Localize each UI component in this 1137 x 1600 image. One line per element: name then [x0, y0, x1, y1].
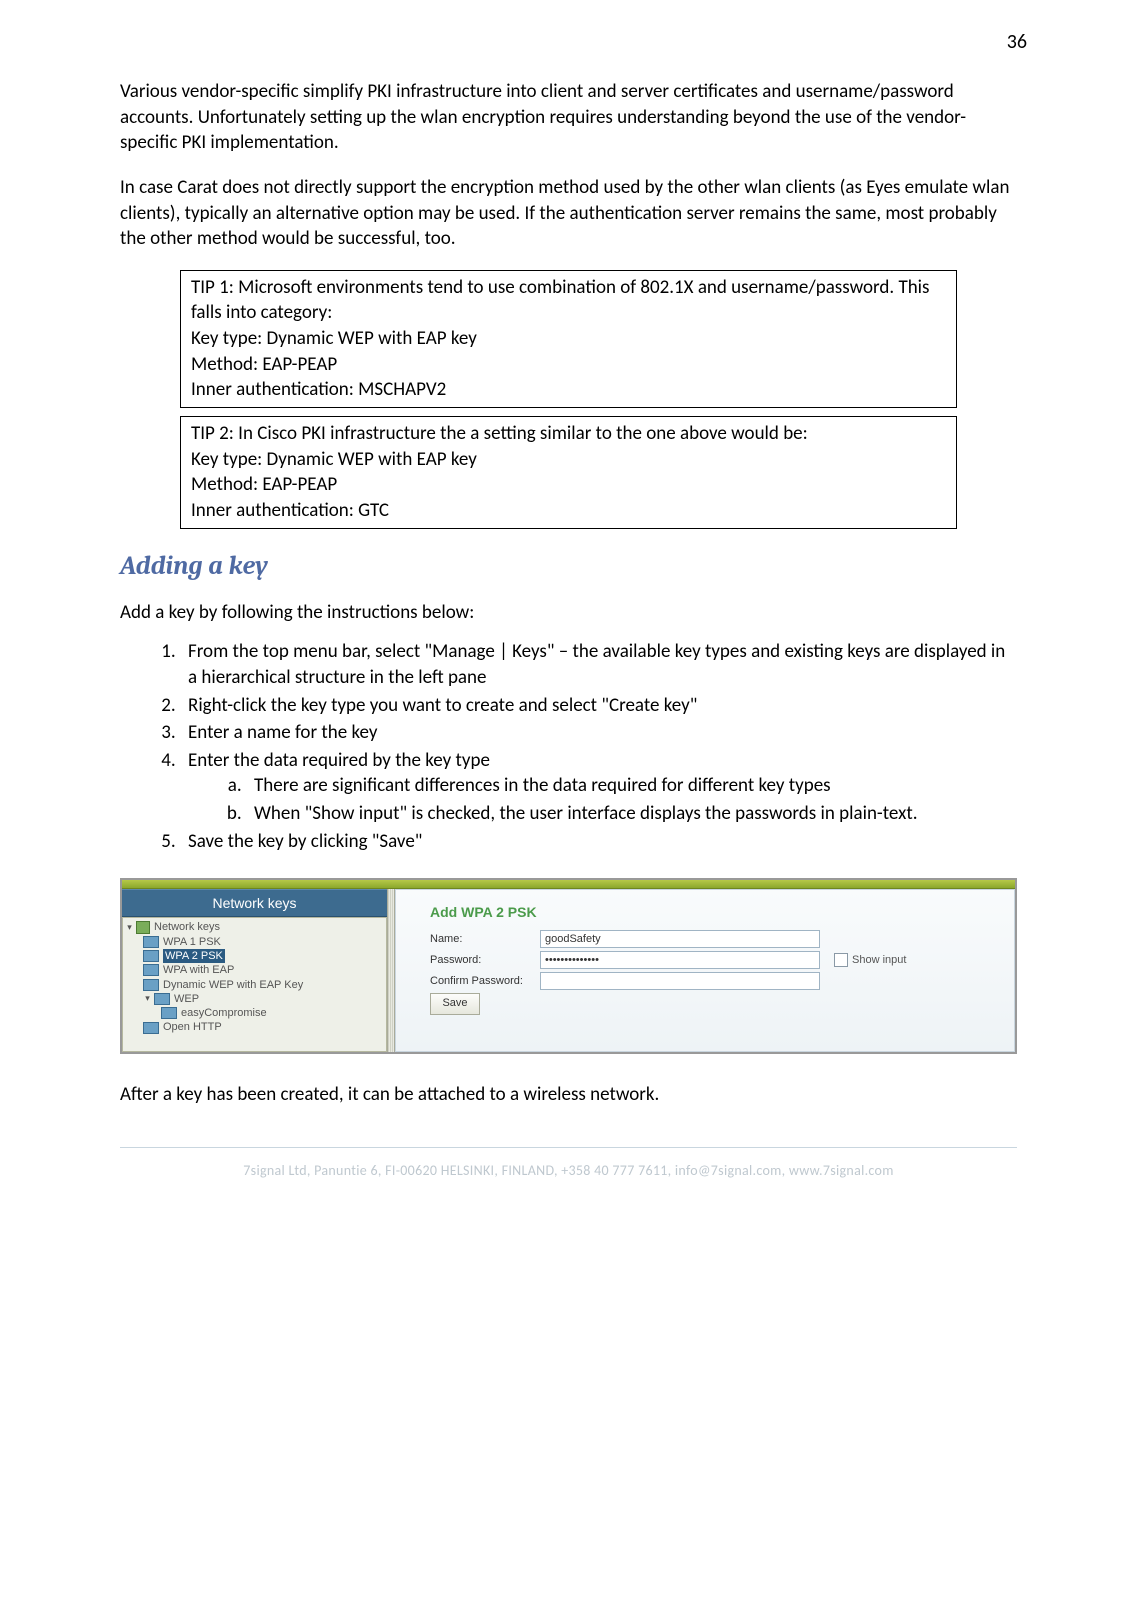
heading-adding-a-key: Adding a key	[120, 551, 1017, 581]
tree-item-label: easyCompromise	[181, 1006, 267, 1020]
tip2-line3: Method: EAP-PEAP	[191, 472, 946, 498]
page-number: 36	[1007, 30, 1027, 54]
key-icon	[143, 1022, 159, 1034]
tip-box-1: TIP 1: Microsoft environments tend to us…	[180, 270, 957, 408]
show-input-toggle[interactable]: Show input	[834, 953, 906, 967]
tip1-line1: TIP 1: Microsoft environments tend to us…	[191, 275, 946, 326]
tree-item-wep[interactable]: ▾ WEP	[125, 992, 386, 1006]
key-icon	[161, 1007, 177, 1019]
instruction-lead: Add a key by following the instructions …	[120, 600, 1017, 626]
tree-item-label: Open HTTP	[163, 1020, 222, 1034]
tip1-line4: Inner authentication: MSCHAPV2	[191, 377, 946, 403]
confirm-password-input[interactable]	[540, 972, 820, 990]
tree-item-wpa2psk[interactable]: WPA 2 PSK	[125, 949, 386, 963]
tree-item-easycompromise[interactable]: easyCompromise	[125, 1006, 386, 1020]
steps-list: From the top menu bar, select "Manage | …	[120, 639, 1017, 854]
app-toolbar	[122, 880, 1015, 889]
expander-icon[interactable]: ▾	[143, 993, 152, 1005]
tree-item-wpa-eap[interactable]: WPA with EAP	[125, 963, 386, 977]
password-input[interactable]	[540, 951, 820, 969]
tree-root-network-keys[interactable]: ▾ Network keys	[125, 920, 386, 934]
form-panel: Add WPA 2 PSK Name: Password: Show input…	[395, 889, 1015, 1051]
tree-item-label: WEP	[174, 992, 199, 1006]
key-icon	[143, 964, 159, 976]
key-icon	[154, 993, 170, 1005]
step-1: From the top menu bar, select "Manage | …	[180, 639, 1017, 690]
tip2-line2: Key type: Dynamic WEP with EAP key	[191, 447, 946, 473]
key-icon	[143, 950, 159, 962]
page-footer: 7signal Ltd, Panuntie 6, FI-00620 HELSIN…	[120, 1147, 1017, 1179]
app-screenshot: Network keys ▾ Network keys WPA 1 PSK WP…	[120, 878, 1017, 1053]
tree-item-wpa1psk[interactable]: WPA 1 PSK	[125, 935, 386, 949]
tip2-line1: TIP 2: In Cisco PKI infrastructure the a…	[191, 421, 946, 447]
step-4a: There are significant differences in the…	[246, 773, 1017, 799]
folder-icon	[136, 921, 150, 934]
after-paragraph: After a key has been created, it can be …	[120, 1082, 1017, 1108]
step-4: Enter the data required by the key type …	[180, 748, 1017, 827]
splitter[interactable]	[387, 889, 395, 1051]
name-label: Name:	[430, 933, 540, 945]
tree-item-label: Dynamic WEP with EAP Key	[163, 978, 303, 992]
tree-item-label: WPA 1 PSK	[163, 935, 221, 949]
confirm-password-label: Confirm Password:	[430, 975, 540, 987]
key-icon	[143, 979, 159, 991]
tree-item-open-http[interactable]: Open HTTP	[125, 1020, 386, 1034]
step-2: Right-click the key type you want to cre…	[180, 693, 1017, 719]
checkbox-icon[interactable]	[834, 953, 848, 967]
tree-item-label: WPA 2 PSK	[163, 949, 225, 963]
step-4b: When "Show input" is checked, the user i…	[246, 801, 1017, 827]
step-4-text: Enter the data required by the key type	[188, 749, 490, 772]
step-4-sublist: There are significant differences in the…	[188, 773, 1017, 826]
tip2-line4: Inner authentication: GTC	[191, 498, 946, 524]
key-icon	[143, 936, 159, 948]
step-5: Save the key by clicking "Save"	[180, 829, 1017, 855]
expander-icon[interactable]: ▾	[125, 922, 134, 934]
tip1-line2: Key type: Dynamic WEP with EAP key	[191, 326, 946, 352]
form-title: Add WPA 2 PSK	[430, 904, 998, 920]
name-input[interactable]	[540, 930, 820, 948]
panel-title-network-keys: Network keys	[122, 889, 387, 917]
left-panel: Network keys ▾ Network keys WPA 1 PSK WP…	[122, 889, 387, 1051]
tip-box-2: TIP 2: In Cisco PKI infrastructure the a…	[180, 416, 957, 529]
paragraph-2: In case Carat does not directly support …	[120, 175, 1017, 252]
save-button[interactable]: Save	[430, 993, 480, 1015]
tree-root-label: Network keys	[154, 920, 220, 934]
tree-item-label: WPA with EAP	[163, 963, 234, 977]
tree-item-dynamic-wep[interactable]: Dynamic WEP with EAP Key	[125, 978, 386, 992]
tip1-line3: Method: EAP-PEAP	[191, 352, 946, 378]
show-input-label: Show input	[852, 954, 906, 966]
step-3: Enter a name for the key	[180, 720, 1017, 746]
password-label: Password:	[430, 954, 540, 966]
paragraph-1: Various vendor-specific simplify PKI inf…	[120, 79, 1017, 156]
key-tree[interactable]: ▾ Network keys WPA 1 PSK WPA 2 PSK	[122, 917, 387, 1051]
